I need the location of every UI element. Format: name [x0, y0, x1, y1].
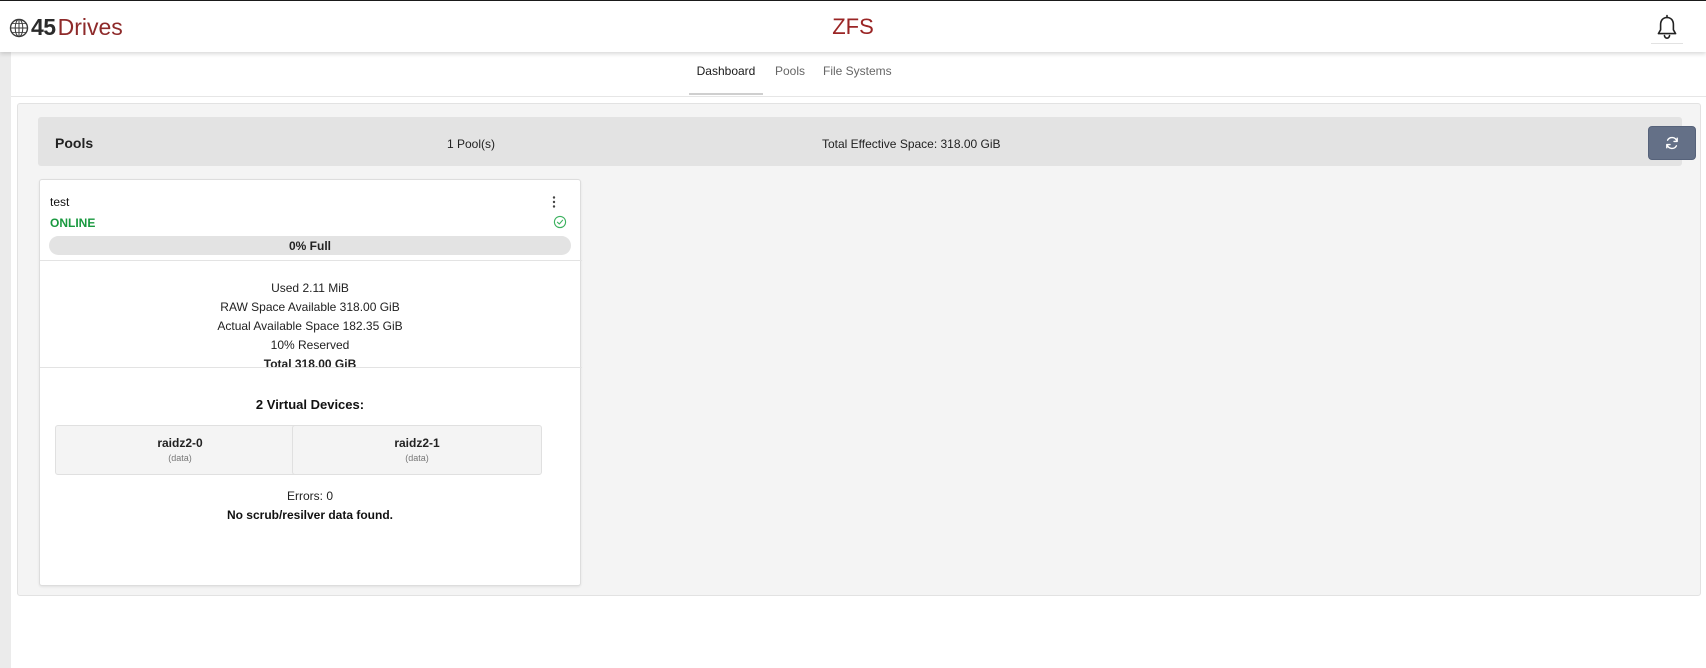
raw-space-available: RAW Space Available 318.00 GiB [220, 300, 400, 314]
app-title: ZFS [832, 14, 874, 39]
actual-available-space: Actual Available Space 182.35 GiB [217, 319, 403, 333]
check-circle-icon [553, 215, 567, 229]
used-space: Used 2.11 MiB [271, 281, 349, 295]
logo[interactable]: 45 Drives [9, 14, 123, 41]
tab-file-systems[interactable]: File Systems [823, 64, 892, 95]
vdev-name: raidz2-0 [157, 436, 203, 450]
tab-dashboard[interactable]: Dashboard [689, 64, 763, 95]
kebab-menu-icon [552, 196, 556, 208]
top-bar: 45 Drives ZFS [0, 0, 1706, 52]
left-sidebar-strip [0, 52, 11, 668]
scrub-status: No scrub/resilver data found. [226, 508, 394, 522]
refresh-button[interactable] [1648, 126, 1696, 160]
tab-pools[interactable]: Pools [775, 64, 805, 95]
vdev-type: (data) [405, 453, 429, 463]
capacity-label: 0% Full [288, 239, 331, 253]
vdev-card-raidz2-0[interactable]: raidz2-0 (data) [55, 425, 305, 475]
notifications-button[interactable] [1651, 13, 1683, 44]
pool-name: test [50, 195, 70, 209]
pool-stats: Used 2.11 MiB RAW Space Available 318.00… [40, 279, 580, 374]
virtual-devices-title: 2 Virtual Devices: [255, 397, 365, 412]
tab-bar: Dashboard Pools File Systems [11, 52, 1706, 97]
card-divider [40, 260, 582, 261]
globe-logo-icon [9, 18, 29, 37]
pool-menu-button[interactable] [550, 195, 558, 209]
pool-status: ONLINE [50, 216, 96, 230]
total-space: Total 318.00 GiB [263, 357, 357, 371]
card-divider [40, 367, 582, 368]
logo-number: 45 [31, 14, 56, 40]
logo-word: Drives [57, 14, 123, 40]
vdev-name: raidz2-1 [394, 436, 440, 450]
capacity-bar: 0% Full [49, 236, 571, 255]
pools-title: Pools [55, 135, 94, 151]
vdev-card-raidz2-1[interactable]: raidz2-1 (data) [292, 425, 542, 475]
pools-summary-header: Pools 1 Pool(s) Total Effective Space: 3… [38, 117, 1696, 166]
bell-icon [1657, 14, 1677, 40]
pool-count: 1 Pool(s) [447, 137, 496, 151]
reserved-space: 10% Reserved [270, 338, 350, 352]
pool-errors: Errors: 0 [286, 489, 333, 503]
vdev-type: (data) [168, 453, 192, 463]
dashboard-content: Pools 1 Pool(s) Total Effective Space: 3… [17, 103, 1701, 596]
refresh-icon [1666, 136, 1678, 150]
total-effective-space: Total Effective Space: 318.00 GiB [822, 137, 1001, 151]
pool-card: test ONLINE 0% Full Used 2.11 MiB RAW Sp… [39, 179, 582, 586]
